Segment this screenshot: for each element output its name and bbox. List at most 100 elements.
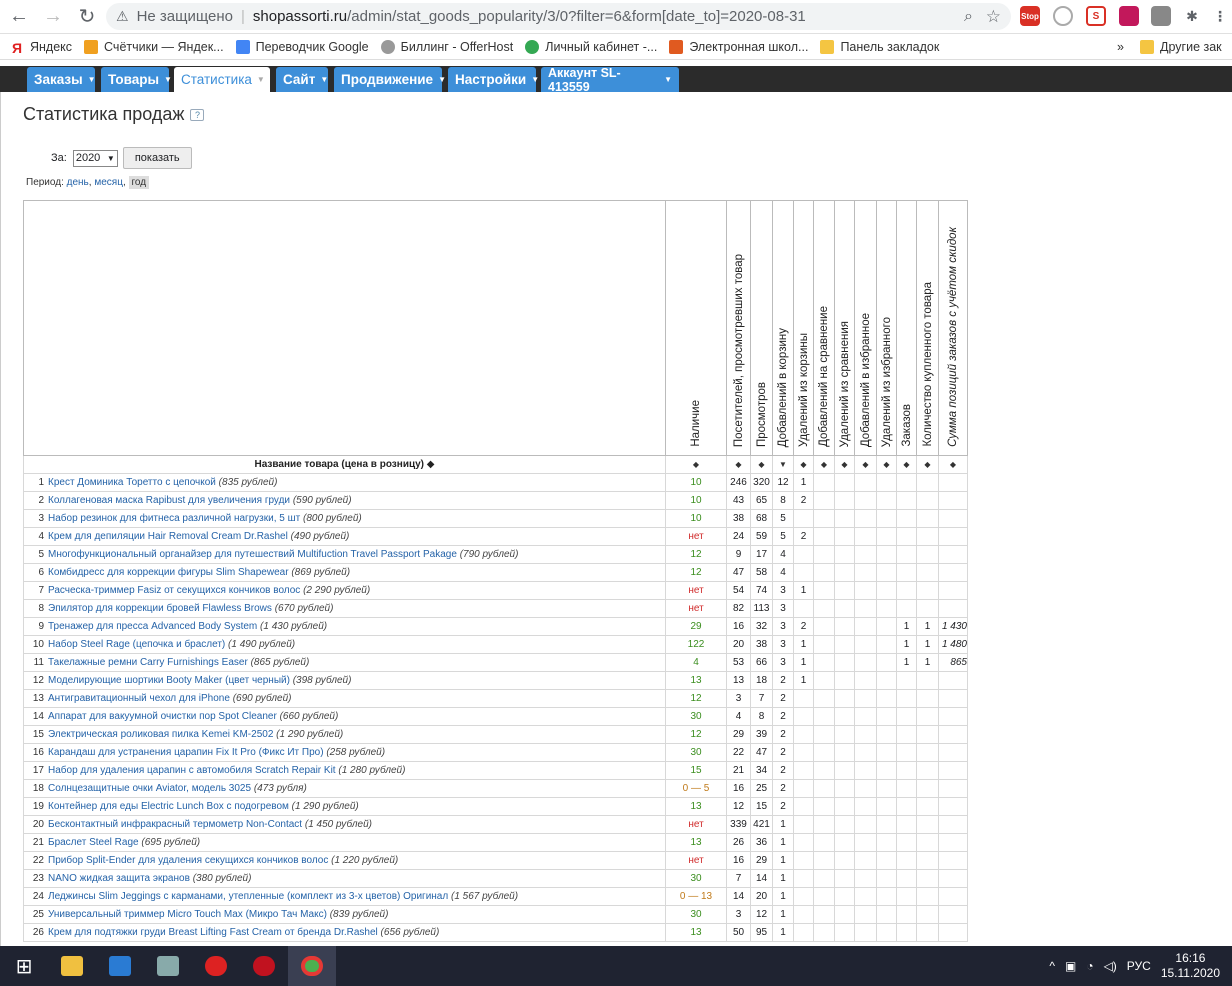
tab-statistics[interactable]: Статистика ▼ [174,67,270,92]
mail-icon[interactable] [96,946,144,986]
volume-icon[interactable]: ◁) [1104,959,1117,973]
sort-icon[interactable]: ▼ [772,455,794,474]
product-link[interactable]: NANO жидкая защита экранов [48,873,190,884]
bookmark-star-icon[interactable]: ☆ [986,7,1001,27]
product-link[interactable]: Контейнер для еды Electric Lunch Box с п… [48,801,289,812]
product-link[interactable]: Леджинсы Slim Jeggings с карманами, утеп… [48,891,448,902]
sort-icon[interactable]: ◆ [813,455,835,474]
forward-arrow-icon[interactable]: → [38,2,68,32]
stat-cell: 20 [726,635,751,654]
app-icon[interactable] [192,946,240,986]
sort-icon[interactable]: ◆ [793,455,814,474]
bookmark-other[interactable]: Другие зак [1140,39,1222,54]
red-app-icon [205,956,227,976]
chevron-up-icon[interactable]: ^ [1049,959,1055,973]
sort-icon[interactable]: ◆ [938,455,968,474]
explorer-icon[interactable] [48,946,96,986]
show-button[interactable]: показать [122,147,192,169]
period-day-link[interactable]: день [67,177,89,188]
grey-extension-icon[interactable] [1151,6,1171,26]
tab-account[interactable]: Аккаунт SL-413559 ▼ [541,66,679,94]
sort-icon[interactable]: ◆ [896,455,917,474]
reload-icon[interactable]: ↻ [72,2,102,32]
sort-icon[interactable]: ◆ [876,455,897,474]
puzzle-icon[interactable]: ✱ [1182,6,1202,26]
product-link[interactable]: Электрическая роликовая пилка Kemei KM-2… [48,729,273,740]
product-link[interactable]: Многофункциональный органайзер для путеш… [48,549,457,560]
stat-cell: 53 [726,653,751,672]
s-extension-icon[interactable]: S [1086,6,1106,26]
bookmark-panel[interactable]: Панель закладок [820,39,939,54]
name-sort-header[interactable]: Название товара (цена в розницу) ◆ [23,455,666,474]
stat-cell [834,653,855,672]
stat-cell [876,797,897,816]
product-link[interactable]: Крем для подтяжки груди Breast Lifting F… [48,927,378,938]
tab-settings[interactable]: Настройки ▼ [448,67,539,92]
red-extension-icon[interactable] [1119,6,1139,26]
globe-extension-icon[interactable] [1053,6,1073,26]
stat-cell [813,923,835,942]
product-link[interactable]: Набор для удаления царапин с автомобиля … [48,765,336,776]
stop-extension-icon[interactable]: Stop [1020,6,1040,26]
network-icon[interactable]: ▣ [1065,959,1076,973]
product-link[interactable]: Эпилятор для коррекции бровей Flawless B… [48,603,272,614]
help-icon[interactable]: ? [190,109,205,122]
product-link[interactable]: Универсальный триммер Micro Touch Max (М… [48,909,327,920]
wifi-icon[interactable]: ◔ [1086,959,1093,973]
product-price: (1 220 рублей) [331,855,399,866]
product-link[interactable]: Такелажные ремни Carry Furnishings Easer [48,657,248,668]
bookmarks-overflow[interactable]: » [1117,40,1124,54]
bookmark-yandex[interactable]: Я Яндекс [12,40,72,56]
product-link[interactable]: Аппарат для вакуумной очистки пор Spot C… [48,711,277,722]
bookmark-school[interactable]: Электронная школ... [669,39,808,54]
sort-icon[interactable]: ◆ [750,455,773,474]
product-link[interactable]: Бесконтактный инфракрасный термометр Non… [48,819,302,830]
bookmark-translate[interactable]: Переводчик Google [235,39,369,54]
stat-cell [916,545,939,564]
product-link[interactable]: Комбидресс для коррекции фигуры Slim Sha… [48,567,289,578]
table-row: 6 Комбидресс для коррекции фигуры Slim Sh… [23,563,968,582]
sort-icon[interactable]: ◆ [726,455,751,474]
tab-goods[interactable]: Товары ▼ [101,67,172,92]
product-link[interactable]: Прибор Split-Ender для удаления секущихс… [48,855,328,866]
product-link[interactable]: Коллагеновая маска Rapibust для увеличен… [48,495,290,506]
product-link[interactable]: Набор Steel Rage (цепочка и браслет) [48,639,225,650]
zoom-icon[interactable]: ⌕ [964,8,973,26]
bookmark-billing[interactable]: Биллинг - OfferHost [380,39,513,54]
product-link[interactable]: Антигравитационный чехол для iPhone [48,693,230,704]
product-link[interactable]: Крем для депиляции Hair Removal Cream Dr… [48,531,288,542]
tab-promotion[interactable]: Продвижение ▼ [334,67,446,92]
year-select[interactable]: 2020 ▼ [72,149,118,167]
product-link[interactable]: Солнцезащитные очки Aviator, модель 3025 [48,783,251,794]
stat-cell [896,797,917,816]
bookmark-counters[interactable]: Счётчики — Яндек... [84,39,224,54]
period-month-link[interactable]: месяц [94,177,123,188]
bookmark-cabinet[interactable]: Личный кабинет -... [525,39,657,54]
menu-icon[interactable]: ⋮ [1210,6,1230,26]
chrome-icon[interactable] [288,946,336,986]
language-indicator[interactable]: РУС [1127,959,1151,973]
product-price: (1 290 рублей) [276,729,344,740]
product-link[interactable]: Моделирующие шортики Booty Maker (цвет ч… [48,675,290,686]
tab-site[interactable]: Сайт ▼ [276,67,328,92]
product-link[interactable]: Карандаш для устранения царапин Fix It P… [48,747,324,758]
clock[interactable]: 16:16 15.11.2020 [1161,951,1220,981]
sort-icon[interactable]: ◆ [834,455,855,474]
calculator-icon[interactable] [144,946,192,986]
product-link[interactable]: Расческа-триммер Fasiz от секущихся конч… [48,585,300,596]
product-link[interactable]: Крест Доминика Торетто с цепочкой [48,477,216,488]
sort-icon[interactable]: ◆ [665,455,727,474]
stat-cell: 50 [726,923,751,942]
sort-icon[interactable]: ◆ [854,455,877,474]
back-arrow-icon[interactable]: ← [4,2,34,32]
sort-icon[interactable]: ◆ [916,455,939,474]
adobe-icon[interactable] [240,946,288,986]
product-link[interactable]: Тренажер для пресса Advanced Body System [48,621,257,632]
product-link[interactable]: Набор резинок для фитнеса различной нагр… [48,513,300,524]
address-bar[interactable]: ⚠ Не защищено | shopassorti.ru /admin/st… [106,3,1011,30]
product-link[interactable]: Браслет Steel Rage [48,837,139,848]
column-header-text: Заказов [900,404,913,447]
tab-orders[interactable]: Заказы ▼ [27,67,96,92]
windows-start-icon[interactable]: ⊞ [0,946,48,986]
stat-cell: 9 [726,545,751,564]
